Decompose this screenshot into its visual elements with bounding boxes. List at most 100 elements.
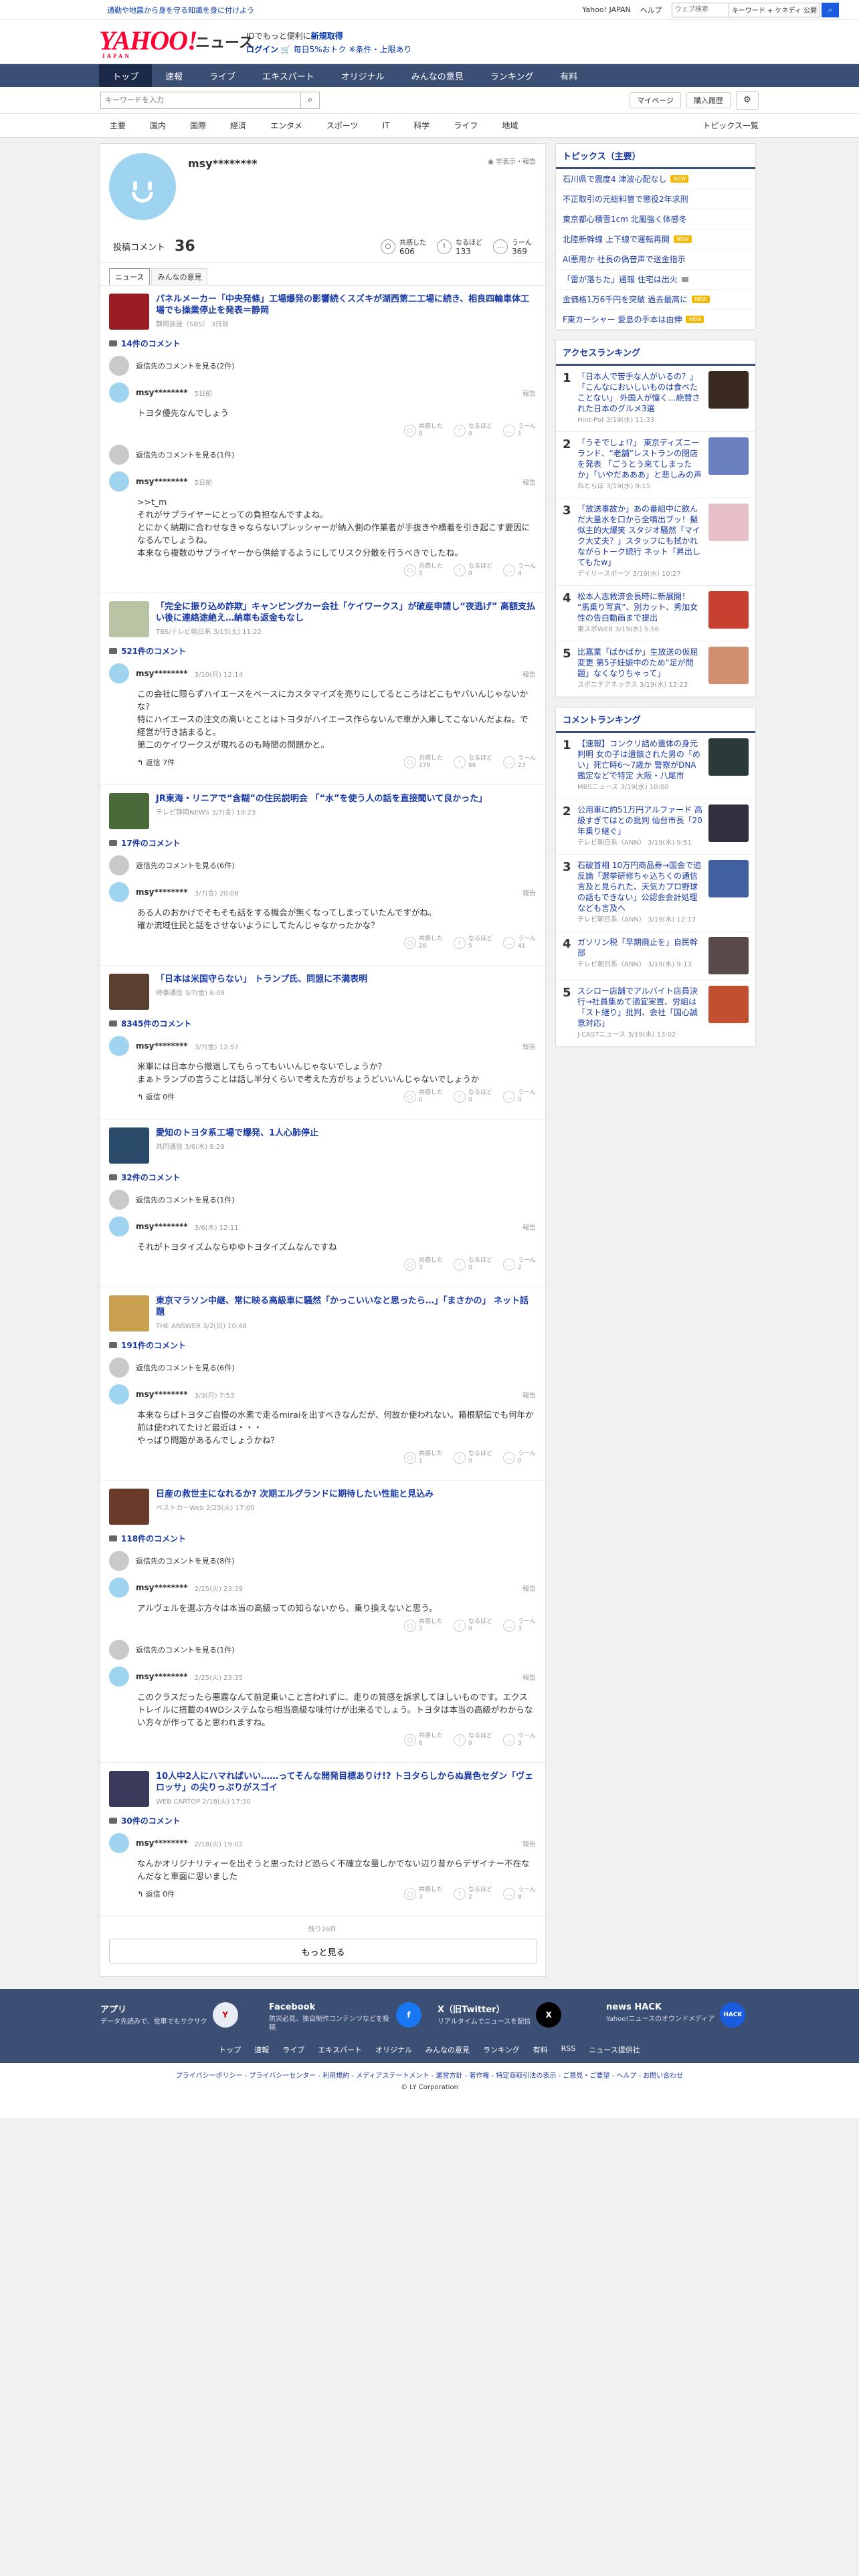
nav-7[interactable]: 有料	[547, 64, 591, 87]
article-title[interactable]: パネルメーカー「中央発條」工場爆発の影響続くスズキが湖西第二工場に続き、相良四輪…	[156, 294, 529, 316]
article-thumbnail[interactable]	[109, 294, 149, 330]
show-parent-link[interactable]: 返信先のコメントを見る(8件)	[109, 1551, 536, 1571]
category-8[interactable]: ライフ	[454, 120, 478, 131]
reaction-button[interactable]: … うーん 3	[502, 1733, 536, 1747]
report-link[interactable]: 報告	[522, 669, 536, 679]
topics-list-link[interactable]: トピックス一覧	[702, 120, 759, 131]
footer-link-0[interactable]: トップ	[219, 2044, 241, 2055]
show-parent-link[interactable]: 返信先のコメントを見る(6件)	[109, 1358, 536, 1378]
yahoo-japan-link[interactable]: Yahoo! JAPAN	[582, 5, 631, 14]
report-link[interactable]: 報告	[522, 1041, 536, 1051]
signup-link[interactable]: 新規取得	[311, 31, 343, 41]
reaction-button[interactable]: ! なるほど 0	[453, 1733, 492, 1747]
nav-5[interactable]: みんなの意見	[398, 64, 477, 87]
reaction-button[interactable]: ! なるほど 2	[453, 1887, 492, 1901]
footer-link-8[interactable]: RSS	[561, 2044, 576, 2055]
show-parent-link[interactable]: 返信先のコメントを見る(1件)	[109, 1190, 536, 1210]
show-parent-link[interactable]: 返信先のコメントを見る(1件)	[109, 1640, 536, 1660]
reaction-button[interactable]: ○ 共感した 6	[403, 1733, 443, 1747]
show-parent-link[interactable]: 返信先のコメントを見る(1件)	[109, 445, 536, 465]
reaction-button[interactable]: … うーん 4	[502, 563, 536, 578]
report-link[interactable]: 報告	[522, 1222, 536, 1232]
comment-count-link[interactable]: 14件のコメント	[109, 338, 536, 349]
article-title[interactable]: 10人中2人にハマればいい……ってそんな開発目標ありけ!? トヨタらしからぬ異色…	[156, 1772, 533, 1793]
hide-report-link[interactable]: ◉ 非表示・報告	[488, 156, 536, 166]
report-link[interactable]: 報告	[522, 1672, 536, 1682]
category-1[interactable]: 国内	[150, 120, 166, 131]
comment-rank-item[interactable]: 5 スシロー店舗でアルバイト店員決行→社員集めて適宜実置、労組は「スト継り」批判、…	[556, 980, 755, 1047]
comment-count-link[interactable]: 521件のコメント	[109, 645, 536, 657]
nav-4[interactable]: オリジナル	[328, 64, 398, 87]
nav-1[interactable]: 速報	[152, 64, 196, 87]
access-rank-item[interactable]: 4 松本人志救済会長時に新展開！ “馬乗り写真”、別カット、秀加女性の告白動画まで…	[556, 586, 755, 641]
reaction-button[interactable]: ! なるほど 0	[453, 1618, 492, 1633]
report-link[interactable]: 報告	[522, 477, 536, 487]
comment-count-link[interactable]: 17件のコメント	[109, 837, 536, 849]
article-thumbnail[interactable]	[109, 1295, 149, 1331]
nav-3[interactable]: エキスパート	[249, 64, 328, 87]
tab-0[interactable]: ニュース	[109, 268, 151, 285]
reaction-button[interactable]: ! なるほど 0	[453, 423, 492, 438]
reaction-button[interactable]: ! なるほど 0	[453, 1089, 492, 1104]
promo-link[interactable]: 通勤や地震から身を守る知識を身に付けよう	[107, 5, 582, 15]
comment-count-link[interactable]: 118件のコメント	[109, 1533, 536, 1544]
comment-author[interactable]: msy********	[136, 1222, 188, 1231]
category-6[interactable]: IT	[382, 121, 389, 130]
comment-author[interactable]: msy********	[136, 1390, 188, 1399]
reaction-button[interactable]: ○ 共感した 0	[403, 1089, 443, 1104]
reaction-button[interactable]: ○ 共感した 7	[403, 1618, 443, 1633]
history-button[interactable]: 購入履歴	[686, 92, 731, 108]
category-7[interactable]: 科学	[413, 120, 430, 131]
article-title[interactable]: 「日本は米国守らない」 トランプ氏、同盟に不満表明	[156, 974, 367, 984]
article-thumbnail[interactable]	[109, 1128, 149, 1164]
access-rank-item[interactable]: 3 「放送事故か」あの番組中に飲んだ大量水を口から全噴出ブッ！擬似主的大爆笑 スタ…	[556, 498, 755, 586]
report-link[interactable]: 報告	[522, 887, 536, 897]
comment-author[interactable]: msy********	[136, 388, 188, 397]
show-parent-link[interactable]: 返信先のコメントを見る(6件)	[109, 855, 536, 875]
footer-link-9[interactable]: ニュース提供社	[589, 2044, 640, 2055]
comment-count-link[interactable]: 8345件のコメント	[109, 1018, 536, 1029]
web-search-button[interactable]: ⌕	[822, 2, 839, 17]
article-title[interactable]: 愛知のトヨタ系工場で爆発、1人心肺停止	[156, 1128, 318, 1138]
category-4[interactable]: エンタメ	[270, 120, 302, 131]
reaction-button[interactable]: ! なるほど 0	[453, 1257, 492, 1272]
article-title[interactable]: 「完全に振り込め詐欺」キャンピングカー会社「ケイワークス」が破産申請し“夜逃げ”…	[156, 602, 535, 623]
more-button[interactable]: もっと見る	[109, 1939, 537, 1964]
topic-item[interactable]: 「雷が落ちた」通報 住宅は出火	[556, 270, 755, 290]
article-thumbnail[interactable]	[109, 601, 149, 637]
mypage-button[interactable]: マイページ	[630, 92, 681, 108]
article-title[interactable]: JR東海・リニアで“含糊”の住民説明会 「“水”を使う人の話を直接聞いて良かった…	[156, 794, 487, 804]
comment-author[interactable]: msy********	[136, 887, 188, 897]
keyword-chip[interactable]: キーワード + ケネディ 公開	[729, 2, 820, 17]
nav-2[interactable]: ライブ	[196, 64, 249, 87]
reaction-button[interactable]: … うーん 0	[502, 1451, 536, 1465]
access-rank-item[interactable]: 5 比嘉業「ばかばか」生放送の仮屈変更 第5子妊娠中のため“足が問題」なくなりちゃ…	[556, 641, 755, 697]
category-3[interactable]: 経済	[230, 120, 246, 131]
reaction-button[interactable]: ○ 共感した 179	[403, 755, 443, 770]
reply-button[interactable]: ↰ 返信 0件	[137, 1091, 175, 1102]
reaction-button[interactable]: ! なるほど 0	[453, 563, 492, 578]
comment-rank-item[interactable]: 3 石破首相 10万円商品券→国会で追反論「選挙研修ちゃ込ちくの通信言及と見られた…	[556, 855, 755, 932]
reply-button[interactable]: ↰ 返信 0件	[137, 1889, 175, 1899]
footer-app-1[interactable]: Facebook 防災必見、独自制作コンテンツなどを投稿 f	[269, 2002, 421, 2032]
category-2[interactable]: 国際	[190, 120, 206, 131]
reaction-button[interactable]: ○ 共感した 28	[403, 936, 443, 950]
nav-0[interactable]: トップ	[99, 64, 153, 87]
nav-6[interactable]: ランキング	[477, 64, 547, 87]
topic-item[interactable]: 東京都心積雪1cm 北風強く体感冬	[556, 209, 755, 229]
article-title[interactable]: 東京マラソン中継、常に映る高級車に騒然「かっこいいなと思ったら…」「まさかの」 …	[156, 1296, 529, 1317]
legal-links[interactable]: プライバシーポリシー - プライバシーセンター - 利用規約 - メディアステー…	[0, 2070, 859, 2080]
news-search-input[interactable]	[100, 91, 301, 109]
reaction-button[interactable]: … うーん 23	[502, 755, 536, 770]
reaction-button[interactable]: … うーん 1	[502, 423, 536, 438]
reaction-button[interactable]: … うーん 3	[502, 1618, 536, 1633]
footer-link-3[interactable]: エキスパート	[318, 2044, 362, 2055]
access-rank-item[interactable]: 2 「うそでしょ!?」 東京ディズニーランド、“老舗”レストランの閉店を発表 「ご…	[556, 432, 755, 498]
yahoo-logo[interactable]: YAHOO! JAPAN	[99, 27, 198, 60]
footer-app-2[interactable]: X（旧Twitter） リアルタイムでニュースを配信 X	[438, 2002, 590, 2032]
comment-rank-item[interactable]: 1 【速報】コンクリ詰め遺体の身元判明 女の子は遺骸された男の「めい」死亡時6～7…	[556, 733, 755, 799]
report-link[interactable]: 報告	[522, 388, 536, 398]
comment-count-link[interactable]: 191件のコメント	[109, 1339, 536, 1351]
category-5[interactable]: スポーツ	[326, 120, 359, 131]
help-link[interactable]: ヘルプ	[640, 5, 662, 15]
